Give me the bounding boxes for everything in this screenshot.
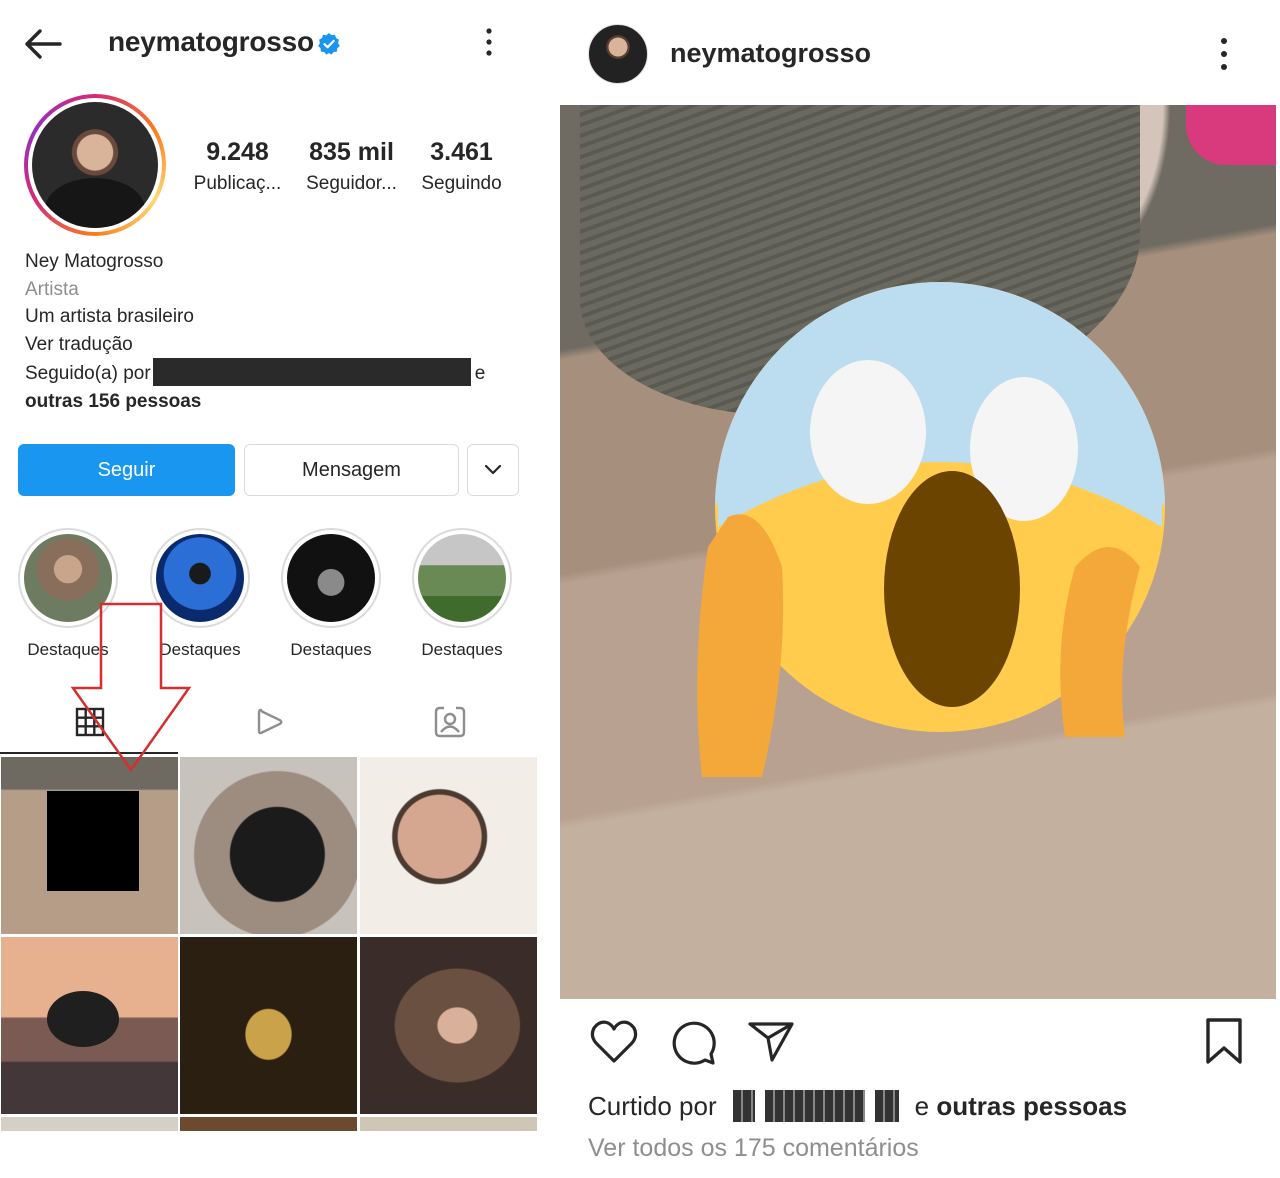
comment-bubble-icon[interactable] <box>667 1016 719 1068</box>
screaming-face-emoji-sticker <box>697 282 1165 777</box>
bio-followed-by[interactable]: Seguido(a) por e <box>25 358 525 388</box>
stat-posts-label: Publicaç... <box>193 173 282 194</box>
liked-by-others[interactable]: outras pessoas <box>936 1091 1127 1122</box>
message-button[interactable]: Mensagem <box>244 444 459 496</box>
kebab-menu-icon[interactable] <box>478 26 500 58</box>
verified-badge-icon <box>318 33 340 55</box>
suggested-accounts-button[interactable] <box>467 444 519 496</box>
stat-posts-value: 9.248 <box>206 138 269 166</box>
stat-following-value: 3.461 <box>430 138 493 166</box>
profile-stats: 9.248 Publicaç... 835 mil Seguidor... 3.… <box>186 138 526 208</box>
heart-icon[interactable] <box>588 1016 640 1068</box>
grid-post[interactable] <box>360 937 537 1114</box>
followed-by-prefix: Seguido(a) por <box>25 363 151 384</box>
highlight-cover <box>287 534 375 622</box>
paper-plane-icon[interactable] <box>746 1016 798 1068</box>
tab-tagged[interactable] <box>360 690 540 754</box>
profile-username: neymatogrosso <box>108 26 314 57</box>
follow-button[interactable]: Seguir <box>18 444 235 496</box>
grid-post[interactable] <box>180 757 357 934</box>
profile-bio: Ney Matogrosso Artista Um artista brasil… <box>25 248 525 415</box>
chevron-down-icon <box>484 464 502 475</box>
tagged-person-icon <box>434 706 466 738</box>
bio-translate-link[interactable]: Ver tradução <box>25 331 525 359</box>
liked-by-line[interactable]: Curtido por e outras pessoas <box>588 1090 1127 1122</box>
redaction-box <box>47 791 139 891</box>
grid-post[interactable] <box>1 937 178 1114</box>
photo-pink-object <box>1186 105 1276 165</box>
post-actions <box>560 1016 1280 1080</box>
play-icon <box>257 708 283 735</box>
grid-post[interactable] <box>1 1117 178 1131</box>
stat-followers[interactable]: 835 mil Seguidor... <box>294 138 409 195</box>
followed-by-suffix: e <box>474 363 486 384</box>
post-author-username[interactable]: neymatogrosso <box>670 38 871 69</box>
liked-by-suffix: e <box>914 1090 930 1121</box>
grid-post[interactable] <box>360 1117 537 1131</box>
bio-description: Um artista brasileiro <box>25 306 194 327</box>
highlight-label: Destaques <box>290 640 372 659</box>
arrow-left-icon[interactable] <box>22 26 62 62</box>
stat-followers-label: Seguidor... <box>306 173 397 194</box>
stat-posts[interactable]: 9.248 Publicaç... <box>180 138 295 195</box>
highlight-label: Destaques <box>421 640 503 659</box>
grid-post[interactable] <box>180 937 357 1114</box>
post-author-avatar[interactable] <box>588 24 648 84</box>
bio-name: Ney Matogrosso <box>25 251 164 272</box>
stat-followers-value: 835 mil <box>309 138 394 166</box>
highlight-3[interactable]: Destaques <box>279 528 383 660</box>
bio-category: Artista <box>25 278 79 300</box>
bookmark-icon[interactable] <box>1198 1016 1250 1068</box>
grid-post[interactable] <box>360 757 537 934</box>
redacted-usernames <box>732 1090 899 1122</box>
liked-by-prefix: Curtido por <box>588 1090 717 1121</box>
redaction-bar <box>152 358 471 386</box>
profile-avatar[interactable] <box>24 94 166 236</box>
profile-screen: neymatogrosso 9.248 Publicaç... 835 mil … <box>0 0 540 1178</box>
post-header: neymatogrosso <box>560 0 1280 104</box>
highlight-4[interactable]: Destaques <box>410 528 514 660</box>
tab-reels[interactable] <box>180 690 360 754</box>
stat-following-label: Seguindo <box>421 173 502 194</box>
stat-following[interactable]: 3.461 Seguindo <box>404 138 519 195</box>
kebab-menu-icon[interactable] <box>1214 36 1234 72</box>
grid-post[interactable] <box>180 1117 357 1131</box>
post-photo[interactable] <box>560 105 1276 999</box>
highlight-cover <box>418 534 506 622</box>
post-screen: neymatogrosso Curtido por e outras pesso… <box>560 0 1280 1178</box>
profile-header: neymatogrosso <box>0 0 540 90</box>
grid-post[interactable] <box>1 757 178 934</box>
followed-by-others[interactable]: outras 156 pessoas <box>25 388 525 416</box>
view-all-comments-link[interactable]: Ver todos os 175 comentários <box>588 1134 919 1163</box>
red-down-arrow-annotation <box>70 602 192 773</box>
